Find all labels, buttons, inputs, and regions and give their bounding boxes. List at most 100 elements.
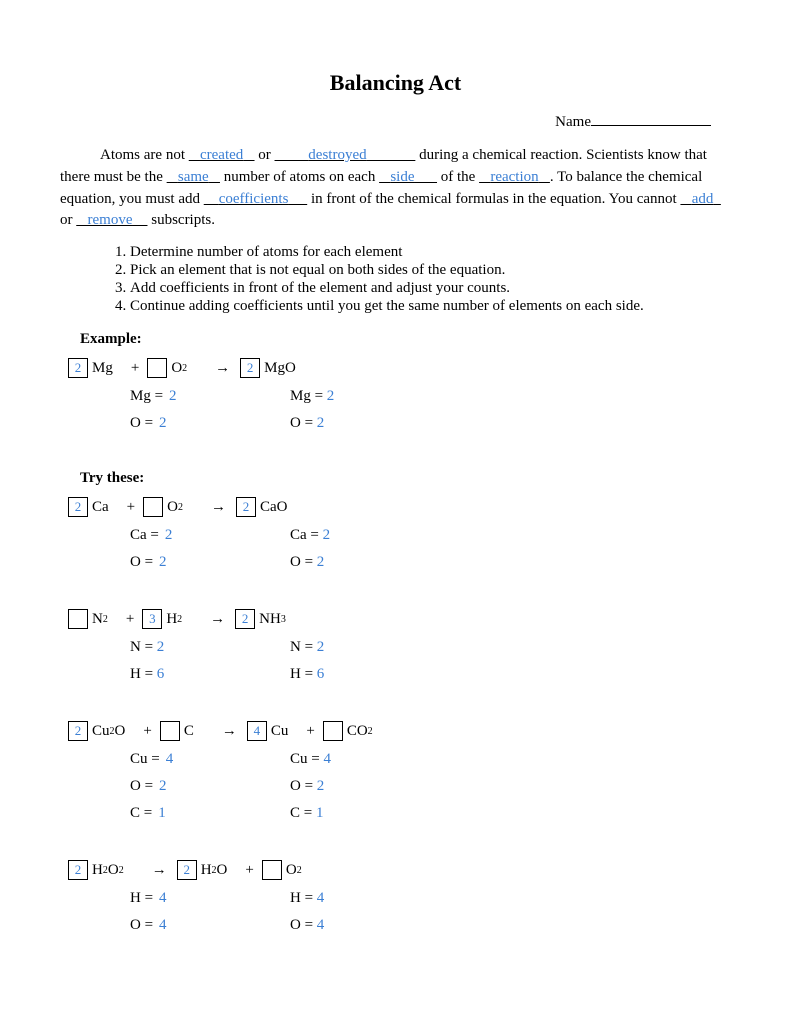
name-blank[interactable] [591,125,711,126]
coef-box[interactable]: 2 [236,497,256,517]
coef-box[interactable]: 2 [68,860,88,880]
subscript: 2 [368,726,373,737]
count: H = 6 [130,666,290,683]
species: Ca [92,499,109,516]
text: or [60,212,76,228]
count: O = 2 [290,415,450,432]
coef-box[interactable]: 2 [68,497,88,517]
count: H =4 [130,890,290,907]
arrow-icon: → [152,862,167,879]
plus-sign: + [131,360,139,377]
coef-box[interactable] [147,358,167,378]
count: O = 4 [290,917,450,934]
equation-3: N2 + 3H2 → 2NH3 N = 2 H = 6 N = 2 H = 6 [60,609,731,693]
page-title: Balancing Act [60,70,731,96]
count: N = 2 [130,639,290,656]
species: MgO [264,360,296,377]
species: H [92,862,103,879]
species: CaO [260,499,288,516]
count: Ca = 2 [290,527,450,544]
count: O =2 [130,415,290,432]
coef-box[interactable]: 2 [235,609,255,629]
coef-box[interactable] [262,860,282,880]
count: O = 2 [290,554,450,571]
species: O [217,862,228,879]
species: CO [347,723,368,740]
coef-box[interactable]: 3 [142,609,162,629]
blank-coefficients: coefficients [219,191,289,207]
subscript: 2 [177,614,182,625]
species: H [166,611,177,628]
text: in front of the chemical formulas in the… [307,191,680,207]
species: N [92,611,103,628]
text: of the [437,169,479,185]
species: O [167,499,178,516]
step-item: Determine number of atoms for each eleme… [130,244,731,261]
intro-paragraph: Atoms are not created or destroyed durin… [60,145,731,232]
coef-box[interactable]: 2 [68,358,88,378]
coef-box[interactable] [323,721,343,741]
step-item: Continue adding coefficients until you g… [130,298,731,315]
count: Cu = 4 [290,751,450,768]
steps-list: Determine number of atoms for each eleme… [130,244,731,315]
species: O [171,360,182,377]
count: O =2 [130,554,290,571]
arrow-icon: → [215,360,230,377]
species: O [115,723,126,740]
try-label: Try these: [80,470,731,487]
coef-box[interactable] [160,721,180,741]
blank-side: side [390,169,414,185]
blank-remove: remove [88,212,133,228]
arrow-icon: → [222,723,237,740]
equation-1: 2Mg + O2 → 2MgO Mg =2 O =2 Mg = 2 O = 2 [60,358,731,442]
coef-box[interactable]: 2 [68,721,88,741]
species: O [286,862,297,879]
equation-5: 2H2O2 → 2H2O + O2 H =4 O =4 H = 4 O = 4 [60,860,731,944]
count: O =2 [130,778,290,795]
blank-add: add [692,191,714,207]
species: O [108,862,119,879]
coef-box[interactable]: 2 [177,860,197,880]
equation-2: 2Ca + O2 → 2CaO Ca =2 O =2 Ca = 2 O = 2 [60,497,731,581]
coef-box[interactable]: 2 [240,358,260,378]
example-label: Example: [80,331,731,348]
subscript: 2 [182,363,187,374]
step-item: Pick an element that is not equal on bot… [130,262,731,279]
plus-sign: + [126,611,134,628]
text: number of atoms on each [220,169,379,185]
subscript: 2 [178,502,183,513]
count: C =1 [130,805,290,822]
count: C = 1 [290,805,450,822]
text: subscripts. [147,212,215,228]
count: N = 2 [290,639,450,656]
coef-box[interactable]: 4 [247,721,267,741]
plus-sign: + [143,723,151,740]
species: NH [259,611,281,628]
count: O =4 [130,917,290,934]
subscript: 2 [103,614,108,625]
count: O = 2 [290,778,450,795]
arrow-icon: → [210,611,225,628]
plus-sign: + [306,723,314,740]
count: Mg =2 [130,388,290,405]
equation-4: 2Cu2O + C → 4Cu + CO2 Cu =4 O =2 C =1 Cu… [60,721,731,832]
subscript: 3 [281,614,286,625]
plus-sign: + [127,499,135,516]
species: Cu [271,723,289,740]
coef-box[interactable] [143,497,163,517]
count: Cu =4 [130,751,290,768]
text: or [255,147,275,163]
species: H [201,862,212,879]
text: Atoms are not [100,147,189,163]
count: Ca =2 [130,527,290,544]
coef-box[interactable] [68,609,88,629]
step-item: Add coefficients in front of the element… [130,280,731,297]
count: H = 4 [290,890,450,907]
blank-created: created [200,147,243,163]
species: Mg [92,360,113,377]
arrow-icon: → [211,499,226,516]
name-label: Name [555,114,591,130]
blank-destroyed: destroyed [308,147,366,163]
species: C [184,723,194,740]
plus-sign: + [245,862,253,879]
